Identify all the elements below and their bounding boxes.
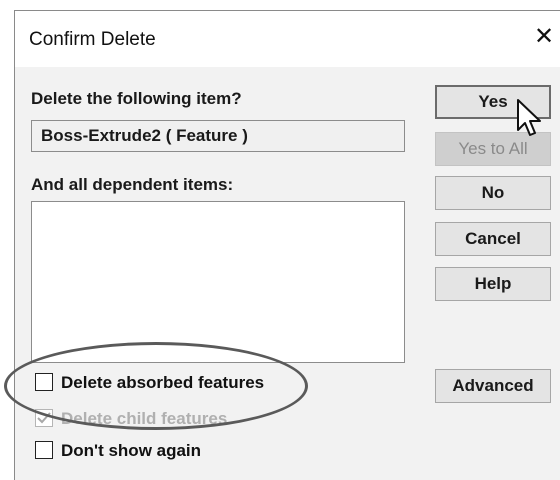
dialog-title: Confirm Delete — [29, 29, 156, 50]
help-button[interactable]: Help — [435, 267, 551, 301]
dependents-label: And all dependent items: — [31, 175, 234, 194]
dependent-items-list[interactable] — [31, 201, 405, 363]
mouse-pointer-icon — [517, 99, 541, 136]
advanced-button[interactable]: Advanced — [435, 369, 551, 403]
delete-child-features-label: Delete child features — [61, 409, 228, 428]
delete-absorbed-features-label: Delete absorbed features — [61, 373, 265, 392]
close-icon[interactable]: ✕ — [534, 25, 554, 49]
confirm-delete-dialog: Confirm Delete ✕ Delete the following it… — [14, 10, 560, 480]
cancel-button[interactable]: Cancel — [435, 222, 551, 256]
prompt-label: Delete the following item? — [31, 89, 242, 108]
dont-show-again-checkbox[interactable] — [35, 441, 53, 459]
dont-show-again-label: Don't show again — [61, 441, 202, 460]
title-bar: Confirm Delete ✕ — [15, 11, 560, 67]
checkmark-icon — [37, 412, 51, 424]
no-button[interactable]: No — [435, 176, 551, 210]
delete-absorbed-features-checkbox[interactable] — [35, 373, 53, 391]
item-to-delete-field: Boss-Extrude2 ( Feature ) — [31, 120, 405, 152]
delete-child-features-checkbox — [35, 409, 53, 427]
